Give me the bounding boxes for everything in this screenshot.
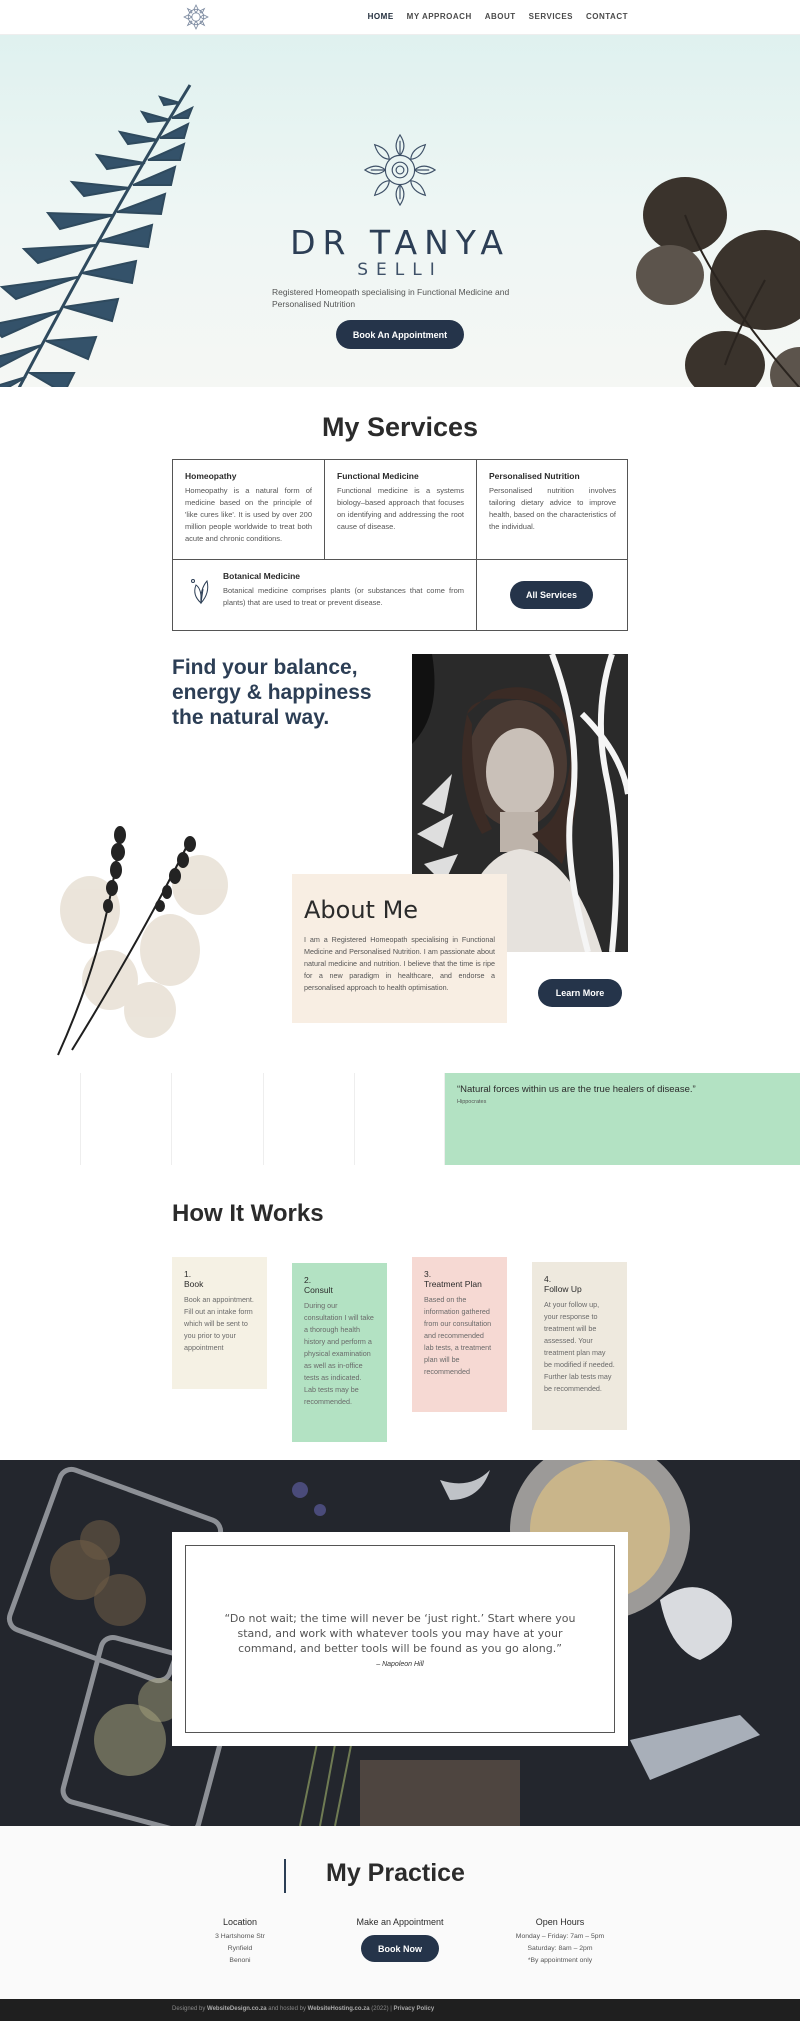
- step-title: Consult: [304, 1285, 333, 1295]
- step-number: 4.: [544, 1274, 552, 1284]
- band-cell: [172, 1073, 264, 1165]
- balance-headline: Find your balance, energy & happiness th…: [172, 656, 372, 729]
- hippocrates-quote: “Natural forces within us are the true h…: [445, 1073, 800, 1165]
- testimonial-card: “Do not wait; the time will never be ‘ju…: [172, 1532, 628, 1746]
- footer-middle: and hosted by: [268, 2006, 306, 2012]
- band-cell: [264, 1073, 355, 1165]
- practice-section: My Practice Location 3 Hartshorne Str Ry…: [0, 1826, 800, 1999]
- step-title: Treatment Plan: [424, 1279, 482, 1289]
- service-botanical-medicine[interactable]: Botanical Medicine Botanical medicine co…: [173, 560, 476, 620]
- step-desc: Book an appointment. Fill out an intake …: [184, 1295, 254, 1352]
- host-link[interactable]: WebsiteHosting.co.za: [308, 2006, 370, 2012]
- seedpod-illustration: [636, 177, 800, 387]
- service-name: Functional Medicine: [337, 471, 419, 481]
- hours-line: *By appointment only: [527, 1957, 593, 1964]
- all-services-button[interactable]: All Services: [510, 581, 593, 609]
- service-name: Botanical Medicine: [223, 571, 300, 581]
- hero-tagline: Registered Homeopath specialising in Fun…: [272, 287, 510, 309]
- footer-year: (2022) |: [371, 2006, 392, 2012]
- nav-my-approach[interactable]: MY APPROACH: [407, 12, 472, 21]
- nav-contact[interactable]: CONTACT: [586, 12, 628, 21]
- service-homeopathy[interactable]: Homeopathy Homeopathy is a natural form …: [173, 460, 324, 556]
- privacy-policy-link[interactable]: Privacy Policy: [393, 2006, 434, 2012]
- location-column: Location 3 Hartshorne Str Rynfield Benon…: [165, 1917, 315, 1967]
- step-treatment-plan: 3. Treatment Plan Based on the informati…: [412, 1257, 507, 1412]
- band-cell: [81, 1073, 172, 1165]
- book-now-button[interactable]: Book Now: [361, 1935, 439, 1962]
- mandala-icon: [363, 133, 437, 207]
- step-number: 2.: [304, 1275, 312, 1285]
- service-desc: Personalised nutrition involves tailorin…: [489, 486, 616, 531]
- practice-title: My Practice: [326, 1859, 465, 1887]
- band-cell: [355, 1073, 445, 1165]
- service-desc: Botanical medicine comprises plants (or …: [223, 586, 464, 607]
- learn-more-button[interactable]: Learn More: [538, 979, 622, 1007]
- service-functional-medicine[interactable]: Functional Medicine Functional medicine …: [325, 460, 476, 544]
- services-title: My Services: [321, 412, 479, 442]
- leaf-icon: [191, 579, 209, 605]
- testimonial-author: – Napoleon Hill: [376, 1660, 424, 1668]
- address-line: Rynfield: [227, 1945, 253, 1952]
- service-desc: Homeopathy is a natural form of medicine…: [185, 486, 312, 543]
- service-personalised-nutrition[interactable]: Personalised Nutrition Personalised nutr…: [477, 460, 628, 544]
- service-desc: Functional medicine is a systems biology…: [337, 486, 464, 531]
- service-name: Homeopathy: [185, 471, 237, 481]
- hours-heading: Open Hours: [535, 1917, 585, 1927]
- hours-column: Open Hours Monday – Friday: 7am – 5pm Sa…: [485, 1917, 635, 1967]
- step-number: 3.: [424, 1269, 432, 1279]
- location-heading: Location: [222, 1917, 258, 1927]
- quote-author: Hippocrates: [457, 1099, 487, 1105]
- appointment-column: Make an Appointment: [325, 1917, 475, 1931]
- testimonial-frame: “Do not wait; the time will never be ‘ju…: [185, 1545, 615, 1733]
- step-number: 1.: [184, 1269, 192, 1279]
- address-line: Benoni: [229, 1957, 251, 1964]
- step-book: 1. Book Book an appointment. Fill out an…: [172, 1257, 267, 1389]
- footer-credits: Designed by WebsiteDesign.co.za and host…: [172, 2006, 434, 2012]
- nav-about[interactable]: ABOUT: [485, 12, 516, 21]
- hero-title: DR TANYA: [290, 223, 510, 262]
- testimonial-text: “Do not wait; the time will never be ‘ju…: [224, 1611, 576, 1655]
- site-footer: Designed by WebsiteDesign.co.za and host…: [0, 1999, 800, 2021]
- step-desc: During our consultation I will take a th…: [304, 1301, 374, 1406]
- hero-section: DR TANYA SELLI Registered Homeopath spec…: [0, 35, 800, 387]
- how-it-works-title: How It Works: [172, 1200, 324, 1227]
- band-cell: [0, 1073, 81, 1165]
- hours-line: Saturday: 8am – 2pm: [527, 1945, 593, 1952]
- step-consult: 2. Consult During our consultation I wil…: [292, 1263, 387, 1442]
- main-nav: HOME MY APPROACH ABOUT SERVICES CONTACT: [368, 12, 628, 21]
- site-header: HOME MY APPROACH ABOUT SERVICES CONTACT: [0, 0, 800, 35]
- mandala-logo-icon[interactable]: [182, 3, 210, 31]
- designer-link[interactable]: WebsiteDesign.co.za: [207, 2006, 267, 2012]
- service-name: Personalised Nutrition: [489, 471, 580, 481]
- about-text: I am a Registered Homeopath specialising…: [304, 935, 495, 992]
- step-title: Follow Up: [544, 1284, 582, 1294]
- address-line: 3 Hartshorne Str: [215, 1933, 265, 1940]
- nav-home[interactable]: HOME: [368, 12, 394, 21]
- about-me-card: About Me I am a Registered Homeopath spe…: [292, 874, 507, 1023]
- accent-bar: [284, 1859, 286, 1893]
- hero-subtitle: SELLI: [357, 260, 443, 280]
- step-desc: At your follow up, your response to trea…: [544, 1300, 615, 1393]
- about-title: About Me: [304, 896, 419, 924]
- quote-band: “Natural forces within us are the true h…: [0, 1073, 800, 1165]
- quote-text: “Natural forces within us are the true h…: [457, 1084, 696, 1095]
- footer-prefix: Designed by: [172, 2006, 206, 2012]
- hours-line: Monday – Friday: 7am – 5pm: [515, 1933, 605, 1940]
- step-desc: Based on the information gathered from o…: [424, 1295, 492, 1376]
- step-title: Book: [184, 1279, 204, 1289]
- step-follow-up: 4. Follow Up At your follow up, your res…: [532, 1262, 627, 1430]
- services-grid: Homeopathy Homeopathy is a natural form …: [172, 459, 628, 631]
- lavender-illustration: [57, 826, 228, 1056]
- book-appointment-button[interactable]: Book An Appointment: [336, 320, 464, 349]
- appointment-heading: Make an Appointment: [356, 1917, 444, 1927]
- nav-services[interactable]: SERVICES: [529, 12, 573, 21]
